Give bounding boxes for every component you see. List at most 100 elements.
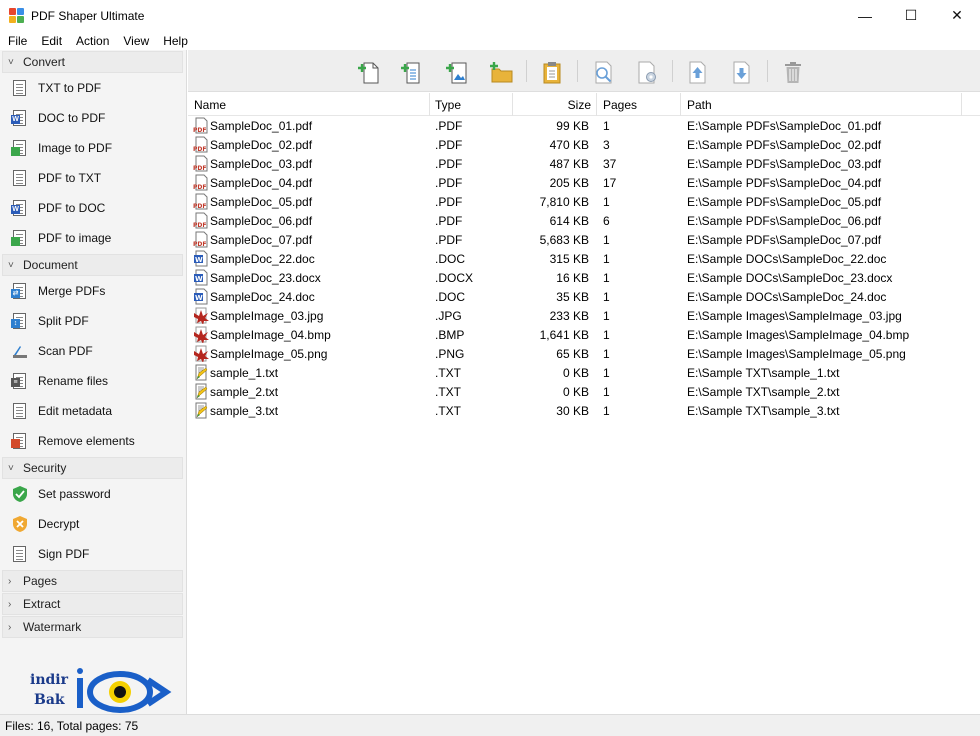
table-row[interactable]: PDF SampleDoc_04.pdf .PDF 205 KB 17 E:\Sample… (188, 173, 980, 192)
sidebar-item-scan-pdf[interactable]: Scan PDF (0, 336, 186, 366)
sidebar-item-split-pdf[interactable]: ↕ Split PDF (0, 306, 186, 336)
file-pages: 37 (603, 157, 617, 171)
sidebar-item-set-password[interactable]: Set password (0, 479, 186, 509)
column-divider[interactable] (429, 93, 430, 116)
sidebar-item-decrypt[interactable]: Decrypt (0, 509, 186, 539)
sidebar-item-remove-elements[interactable]: Remove elements (0, 426, 186, 456)
menu-edit[interactable]: Edit (34, 34, 69, 48)
svg-text:PDF: PDF (193, 146, 206, 153)
svg-text:PDF: PDF (193, 127, 206, 134)
table-row[interactable]: PDF SampleDoc_06.pdf .PDF 614 KB 6 E:\Sample … (188, 211, 980, 230)
window-title: PDF Shaper Ultimate (31, 8, 145, 23)
column-header-path[interactable]: Path (687, 98, 712, 112)
sidebar-item-label: Remove elements (38, 434, 135, 448)
file-type: .BMP (435, 328, 465, 342)
table-row[interactable]: SampleImage_05.png .PNG 65 KB 1 E:\Sample Im… (188, 344, 980, 363)
txt-doc-icon (11, 79, 29, 97)
sidebar-item-image-to-pdf[interactable]: Image to PDF (0, 133, 186, 163)
sidebar-item-edit-metadata[interactable]: Edit metadata (0, 396, 186, 426)
svg-text:W: W (195, 294, 203, 302)
sidebar-item-sign-pdf[interactable]: Sign PDF (0, 539, 186, 569)
add-folder-icon[interactable] (488, 59, 514, 85)
pdf-file-icon: PDF (193, 136, 208, 153)
menu-action[interactable]: Action (69, 34, 116, 48)
column-divider[interactable] (680, 93, 681, 116)
menu-help[interactable]: Help (156, 34, 195, 48)
table-row[interactable]: W SampleDoc_22.doc .DOC 315 KB 1 E:\Sample DO… (188, 249, 980, 268)
table-row[interactable]: PDF SampleDoc_01.pdf .PDF 99 KB 1 E:\Sample P… (188, 116, 980, 135)
column-header-name[interactable]: Name (194, 98, 226, 112)
sidebar-item-merge-pdfs[interactable]: ⇄ Merge PDFs (0, 276, 186, 306)
status-bar: Files: 16, Total pages: 75 (0, 714, 980, 736)
section-header-security[interactable]: ˅ Security (2, 457, 183, 479)
sidebar-item-pdf-to-txt[interactable]: PDF to TXT (0, 163, 186, 193)
file-type: .PDF (435, 138, 463, 152)
word-file-icon: W (194, 288, 208, 305)
sidebar-item-pdf-to-doc[interactable]: W PDF to DOC (0, 193, 186, 223)
column-header-type[interactable]: Type (435, 98, 461, 112)
menu-file[interactable]: File (0, 34, 34, 48)
section-header-pages[interactable]: › Pages (2, 570, 183, 592)
column-divider[interactable] (596, 93, 597, 116)
table-row[interactable]: W SampleDoc_23.docx .DOCX 16 KB 1 E:\Sample D… (188, 268, 980, 287)
section-label: Document (23, 258, 78, 272)
table-row[interactable]: SampleImage_03.jpg .JPG 233 KB 1 E:\Sample I… (188, 306, 980, 325)
table-row[interactable]: sample_2.txt .TXT 0 KB 1 E:\Sample TXT\sampl… (188, 382, 980, 401)
column-header-pages[interactable]: Pages (603, 98, 637, 112)
close-button[interactable]: ✕ (934, 0, 980, 31)
table-row[interactable]: PDF SampleDoc_02.pdf .PDF 470 KB 3 E:\Sample … (188, 135, 980, 154)
table-row[interactable]: PDF SampleDoc_03.pdf .PDF 487 KB 37 E:\Sample… (188, 154, 980, 173)
column-divider[interactable] (961, 93, 962, 116)
file-list[interactable]: Name Type Size Pages Path PDF SampleDoc_0… (188, 93, 980, 714)
shield-x-icon (11, 515, 29, 533)
toolbar-separator (577, 60, 578, 82)
file-name: sample_1.txt (210, 366, 279, 380)
file-size: 0 KB (562, 385, 589, 399)
preview-icon[interactable] (590, 59, 616, 85)
section-header-convert[interactable]: ˅ Convert (2, 51, 183, 73)
table-row[interactable]: PDF SampleDoc_05.pdf .PDF 7,810 KB 1 E:\Sampl… (188, 192, 980, 211)
table-row[interactable]: sample_3.txt .TXT 30 KB 1 E:\Sample TXT\samp… (188, 401, 980, 420)
sidebar-item-doc-to-pdf[interactable]: W DOC to PDF (0, 103, 186, 133)
file-path: E:\Sample PDFs\SampleDoc_01.pdf (687, 119, 882, 133)
file-type: .DOC (435, 252, 465, 266)
menu-view[interactable]: View (116, 34, 156, 48)
minimize-button[interactable]: — (842, 0, 888, 31)
split-icon: ↕ (11, 312, 29, 330)
section-header-document[interactable]: ˅ Document (2, 254, 183, 276)
word-doc-icon: W (11, 109, 29, 127)
section-header-watermark[interactable]: › Watermark (2, 616, 183, 638)
file-path: E:\Sample PDFs\SampleDoc_06.pdf (687, 214, 882, 228)
table-row[interactable]: sample_1.txt .TXT 0 KB 1 E:\Sample TXT\sampl… (188, 363, 980, 382)
menu-bar: File Edit Action View Help (0, 31, 980, 50)
maximize-button[interactable]: ☐ (888, 0, 934, 31)
file-pages: 1 (603, 119, 610, 133)
file-path: E:\Sample DOCs\SampleDoc_24.doc (687, 290, 887, 304)
add-file-icon[interactable] (356, 59, 382, 85)
file-path: E:\Sample Images\SampleImage_05.png (687, 347, 906, 361)
move-up-icon[interactable] (685, 59, 711, 85)
file-type: .PDF (435, 157, 463, 171)
file-type: .TXT (435, 404, 461, 418)
sidebar-item-txt-to-pdf[interactable]: TXT to PDF (0, 73, 186, 103)
pdf-file-icon: PDF (193, 212, 208, 229)
file-pages: 1 (603, 366, 610, 380)
table-row[interactable]: PDF SampleDoc_07.pdf .PDF 5,683 KB 1 E:\Sampl… (188, 230, 980, 249)
table-row[interactable]: SampleImage_04.bmp .BMP 1,641 KB 1 E:\Sample… (188, 325, 980, 344)
table-row[interactable]: W SampleDoc_24.doc .DOC 35 KB 1 E:\Sample DOC… (188, 287, 980, 306)
section-header-extract[interactable]: › Extract (2, 593, 183, 615)
trash-icon[interactable] (780, 59, 806, 85)
image-doc-icon (11, 139, 29, 157)
shield-check-icon (11, 485, 29, 503)
column-header-size[interactable]: Size (568, 98, 591, 112)
add-image-icon[interactable] (444, 59, 470, 85)
move-down-icon[interactable] (729, 59, 755, 85)
image-file-icon (194, 307, 209, 324)
add-list-icon[interactable] (399, 59, 425, 85)
column-divider[interactable] (512, 93, 513, 116)
file-size: 35 KB (556, 290, 589, 304)
paste-icon[interactable] (539, 59, 565, 85)
sidebar-item-pdf-to-image[interactable]: PDF to image (0, 223, 186, 253)
settings-doc-icon[interactable] (634, 59, 660, 85)
sidebar-item-rename-files[interactable]: ≡ Rename files (0, 366, 186, 396)
